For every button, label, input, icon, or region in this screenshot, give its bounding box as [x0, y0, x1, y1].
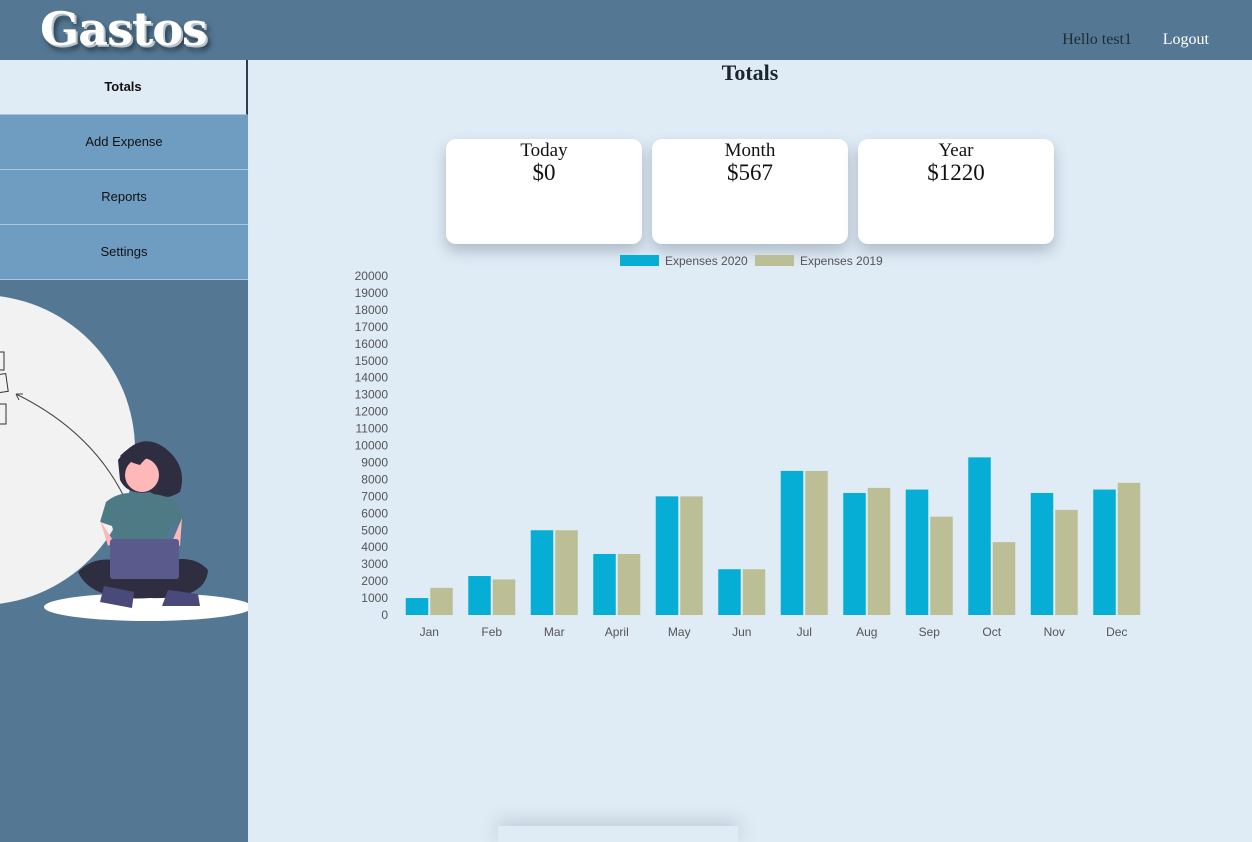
x-tick-label: Jun — [732, 625, 751, 639]
bar-2020-nov[interactable] — [1030, 492, 1054, 615]
y-tick-label: 3000 — [361, 557, 388, 571]
bar-2020-april[interactable] — [593, 553, 616, 615]
x-tick-label: Dec — [1106, 625, 1127, 639]
y-tick-label: 9000 — [361, 455, 388, 469]
bar-2019-feb[interactable] — [492, 579, 516, 615]
y-tick-label: 17000 — [355, 320, 389, 334]
bar-2019-april[interactable] — [617, 553, 641, 615]
y-tick-label: 12000 — [355, 405, 389, 419]
legend-label[interactable]: Expenses 2019 — [800, 254, 883, 268]
bar-2019-jan[interactable] — [430, 587, 453, 615]
bar-2020-aug[interactable] — [843, 492, 866, 615]
y-tick-label: 18000 — [355, 303, 389, 317]
x-tick-label: Jan — [420, 625, 439, 639]
card-shadow-edge — [498, 826, 738, 842]
legend-swatch[interactable] — [755, 255, 794, 266]
x-tick-label: Jul — [797, 625, 812, 639]
legend-label[interactable]: Expenses 2020 — [665, 254, 748, 268]
x-tick-label: Aug — [856, 625, 877, 639]
bar-2020-mar[interactable] — [530, 530, 554, 615]
x-tick-label: Feb — [481, 625, 502, 639]
x-tick-label: Nov — [1044, 625, 1065, 639]
bar-2019-jun[interactable] — [742, 569, 766, 615]
x-tick-label: Sep — [919, 625, 941, 639]
bar-2020-dec[interactable] — [1093, 489, 1116, 615]
y-tick-label: 4000 — [361, 540, 388, 554]
y-tick-label: 13000 — [355, 388, 389, 402]
bar-2020-may[interactable] — [655, 496, 679, 615]
bar-2020-jun[interactable] — [718, 569, 741, 615]
x-tick-label: Mar — [544, 625, 565, 639]
bar-2019-aug[interactable] — [867, 487, 891, 615]
y-tick-label: 15000 — [355, 354, 389, 368]
bar-2019-nov[interactable] — [1055, 509, 1078, 615]
y-tick-label: 11000 — [356, 422, 389, 436]
bar-2019-dec[interactable] — [1117, 482, 1141, 615]
legend-swatch[interactable] — [620, 255, 659, 266]
x-tick-label: April — [605, 625, 629, 639]
y-tick-label: 8000 — [361, 472, 388, 486]
bar-2019-may[interactable] — [680, 496, 703, 615]
bar-2019-jul[interactable] — [805, 470, 828, 615]
x-tick-label: May — [668, 625, 691, 639]
y-tick-label: 7000 — [361, 489, 388, 503]
y-tick-label: 16000 — [355, 337, 389, 351]
y-tick-label: 14000 — [355, 371, 389, 385]
y-tick-label: 2000 — [361, 574, 388, 588]
bar-2020-jan[interactable] — [405, 598, 429, 615]
y-tick-label: 0 — [381, 608, 388, 622]
bar-2020-sep[interactable] — [905, 489, 929, 615]
bar-2019-mar[interactable] — [555, 530, 578, 615]
x-tick-label: Oct — [982, 625, 1001, 639]
y-tick-label: 5000 — [361, 523, 388, 537]
y-tick-label: 20000 — [355, 269, 389, 283]
bar-2020-oct[interactable] — [968, 457, 991, 615]
expenses-bar-chart: 0 1000 2000 3000 4000 5000 6000 7000 8000 9000 100… — [355, 254, 1141, 639]
y-tick-label: 1000 — [361, 591, 388, 605]
y-tick-label: 10000 — [355, 439, 389, 453]
bar-2020-jul[interactable] — [780, 470, 804, 615]
y-tick-label: 19000 — [355, 286, 389, 300]
y-tick-label: 6000 — [361, 506, 388, 520]
bar-2019-oct[interactable] — [992, 542, 1016, 615]
bar-2020-feb[interactable] — [468, 576, 491, 615]
bar-2019-sep[interactable] — [930, 516, 953, 615]
